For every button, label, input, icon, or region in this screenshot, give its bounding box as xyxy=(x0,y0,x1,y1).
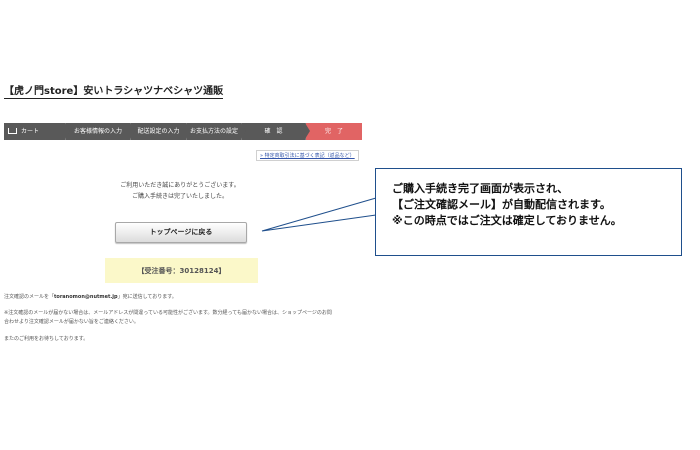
annotation-callout: ご購入手続き完了画面が表示され、 【ご注文確認メール】が自動配信されます。 ※こ… xyxy=(375,168,682,256)
step-arrow xyxy=(130,123,135,139)
screenshot-canvas: 【虎ノ門store】安いトラシャツナベシャツ通販 カート お客様情報の入力 配送… xyxy=(0,0,700,450)
step-arrow xyxy=(65,123,70,139)
callout-line: ご購入手続き完了画面が表示され、 xyxy=(392,182,569,195)
step-arrow xyxy=(305,123,310,139)
callout-line: 【ご注文確認メール】が自動配信されます。 xyxy=(392,198,611,211)
callout-line: ※この時点ではご注文は確定しておりません。 xyxy=(392,214,622,227)
step-arrow xyxy=(241,123,246,139)
step-arrow xyxy=(186,123,191,139)
